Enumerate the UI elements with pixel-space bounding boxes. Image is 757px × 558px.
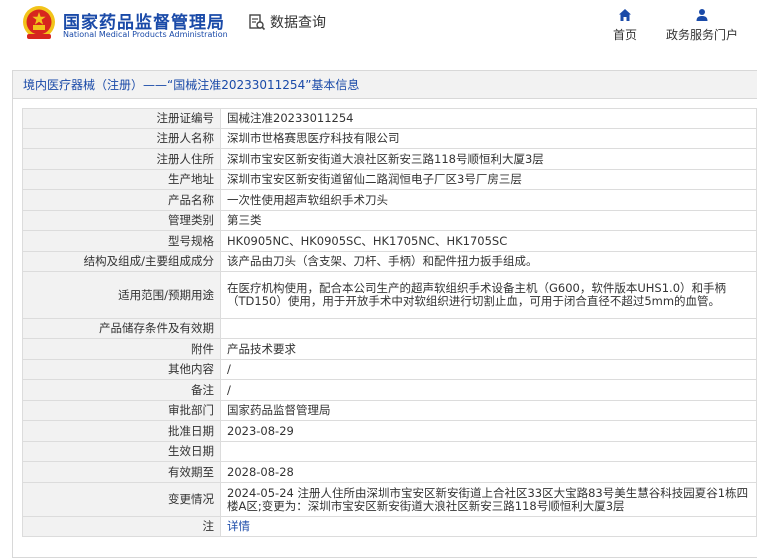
row-label: 型号规格	[22, 230, 221, 252]
table-row: 管理类别 第三类	[22, 210, 757, 231]
row-label: 结构及组成/主要组成成分	[22, 251, 221, 272]
row-value: 2024-05-24 注册人住所由深圳市宝安区新安街道上合社区33区大宝路83号…	[220, 482, 757, 517]
row-value: 2023-08-29	[220, 420, 757, 442]
row-value: /	[220, 359, 757, 380]
user-icon	[696, 9, 708, 21]
data-query-link[interactable]: 数据查询	[248, 12, 326, 32]
table-row: 注册证编号 国械注准20233011254	[22, 108, 757, 129]
table-row: 备注 /	[22, 379, 757, 401]
row-label: 生效日期	[22, 441, 221, 462]
row-value	[220, 318, 757, 339]
nav-service-portal[interactable]: 政务服务门户	[664, 8, 740, 43]
row-value: 详情	[220, 516, 757, 537]
site-header: 国家药品监督管理局 National Medical Products Admi…	[0, 0, 757, 58]
row-label: 注册人名称	[22, 128, 221, 149]
table-row: 附件 产品技术要求	[22, 338, 757, 360]
row-label: 注	[22, 516, 221, 537]
row-label: 注册证编号	[22, 108, 221, 129]
row-label: 管理类别	[22, 210, 221, 231]
row-label: 备注	[22, 379, 221, 401]
home-icon	[619, 9, 631, 21]
table-row: 有效期至 2028-08-28	[22, 461, 757, 483]
table-row: 产品名称 一次性使用超声软组织手术刀头	[22, 189, 757, 211]
row-label: 产品储存条件及有效期	[22, 318, 221, 339]
row-value: 在医疗机构使用，配合本公司生产的超声软组织手术设备主机（G600，软件版本UHS…	[220, 271, 757, 319]
row-value: 2028-08-28	[220, 461, 757, 483]
row-value: 一次性使用超声软组织手术刀头	[220, 189, 757, 211]
table-row: 型号规格 HK0905NC、HK0905SC、HK1705NC、HK1705SC	[22, 230, 757, 252]
details-link[interactable]: 详情	[227, 519, 250, 533]
row-label: 批准日期	[22, 420, 221, 442]
nav-home-label: 首页	[612, 28, 637, 42]
row-label: 其他内容	[22, 359, 221, 380]
table-row: 生效日期	[22, 441, 757, 462]
table-row: 适用范围/预期用途 在医疗机构使用，配合本公司生产的超声软组织手术设备主机（G6…	[22, 271, 757, 319]
row-value: 产品技术要求	[220, 338, 757, 360]
row-value: 国家药品监督管理局	[220, 400, 757, 421]
breadcrumb: 境内医疗器械（注册）——“国械注准20233011254”基本信息	[13, 71, 757, 99]
row-label: 注册人住所	[22, 148, 221, 170]
brand-name-english[interactable]: National Medical Products Administration	[63, 30, 228, 39]
row-value: 国械注准20233011254	[220, 108, 757, 129]
row-label: 变更情况	[22, 482, 221, 517]
table-row: 生产地址 深圳市宝安区新安街道留仙二路润恒电子厂区3号厂房三层	[22, 169, 757, 190]
row-label: 产品名称	[22, 189, 221, 211]
row-value: HK0905NC、HK0905SC、HK1705NC、HK1705SC	[220, 230, 757, 252]
row-value: /	[220, 379, 757, 401]
row-value: 深圳市世格赛思医疗科技有限公司	[220, 128, 757, 149]
row-label: 审批部门	[22, 400, 221, 421]
row-label: 适用范围/预期用途	[22, 271, 221, 319]
row-label: 生产地址	[22, 169, 221, 190]
table-row: 注册人名称 深圳市世格赛思医疗科技有限公司	[22, 128, 757, 149]
national-emblem-icon	[23, 6, 55, 39]
data-query-label: 数据查询	[270, 15, 326, 31]
row-value: 深圳市宝安区新安街道留仙二路润恒电子厂区3号厂房三层	[220, 169, 757, 190]
table-row: 产品储存条件及有效期	[22, 318, 757, 339]
row-value: 该产品由刀头（含支架、刀杆、手柄）和配件扭力扳手组成。	[220, 251, 757, 272]
table-row: 注 详情	[22, 516, 757, 537]
table-row: 注册人住所 深圳市宝安区新安街道大浪社区新安三路118号顺恒利大厦3层	[22, 148, 757, 170]
document-search-icon	[249, 14, 266, 31]
table-row: 其他内容 /	[22, 359, 757, 380]
row-label: 附件	[22, 338, 221, 360]
table-row: 审批部门 国家药品监督管理局	[22, 400, 757, 421]
row-value: 深圳市宝安区新安街道大浪社区新安三路118号顺恒利大厦3层	[220, 148, 757, 170]
nav-home[interactable]: 首页	[612, 8, 638, 43]
row-label: 有效期至	[22, 461, 221, 483]
row-value	[220, 441, 757, 462]
table-row: 结构及组成/主要组成成分 该产品由刀头（含支架、刀杆、手柄）和配件扭力扳手组成。	[22, 251, 757, 272]
table-row: 批准日期 2023-08-29	[22, 420, 757, 442]
registration-detail-table: 注册证编号 国械注准20233011254 注册人名称 深圳市世格赛思医疗科技有…	[22, 108, 757, 537]
nav-service-portal-label: 政务服务门户	[665, 28, 738, 42]
table-row: 变更情况 2024-05-24 注册人住所由深圳市宝安区新安街道上合社区33区大…	[22, 482, 757, 517]
row-value: 第三类	[220, 210, 757, 231]
